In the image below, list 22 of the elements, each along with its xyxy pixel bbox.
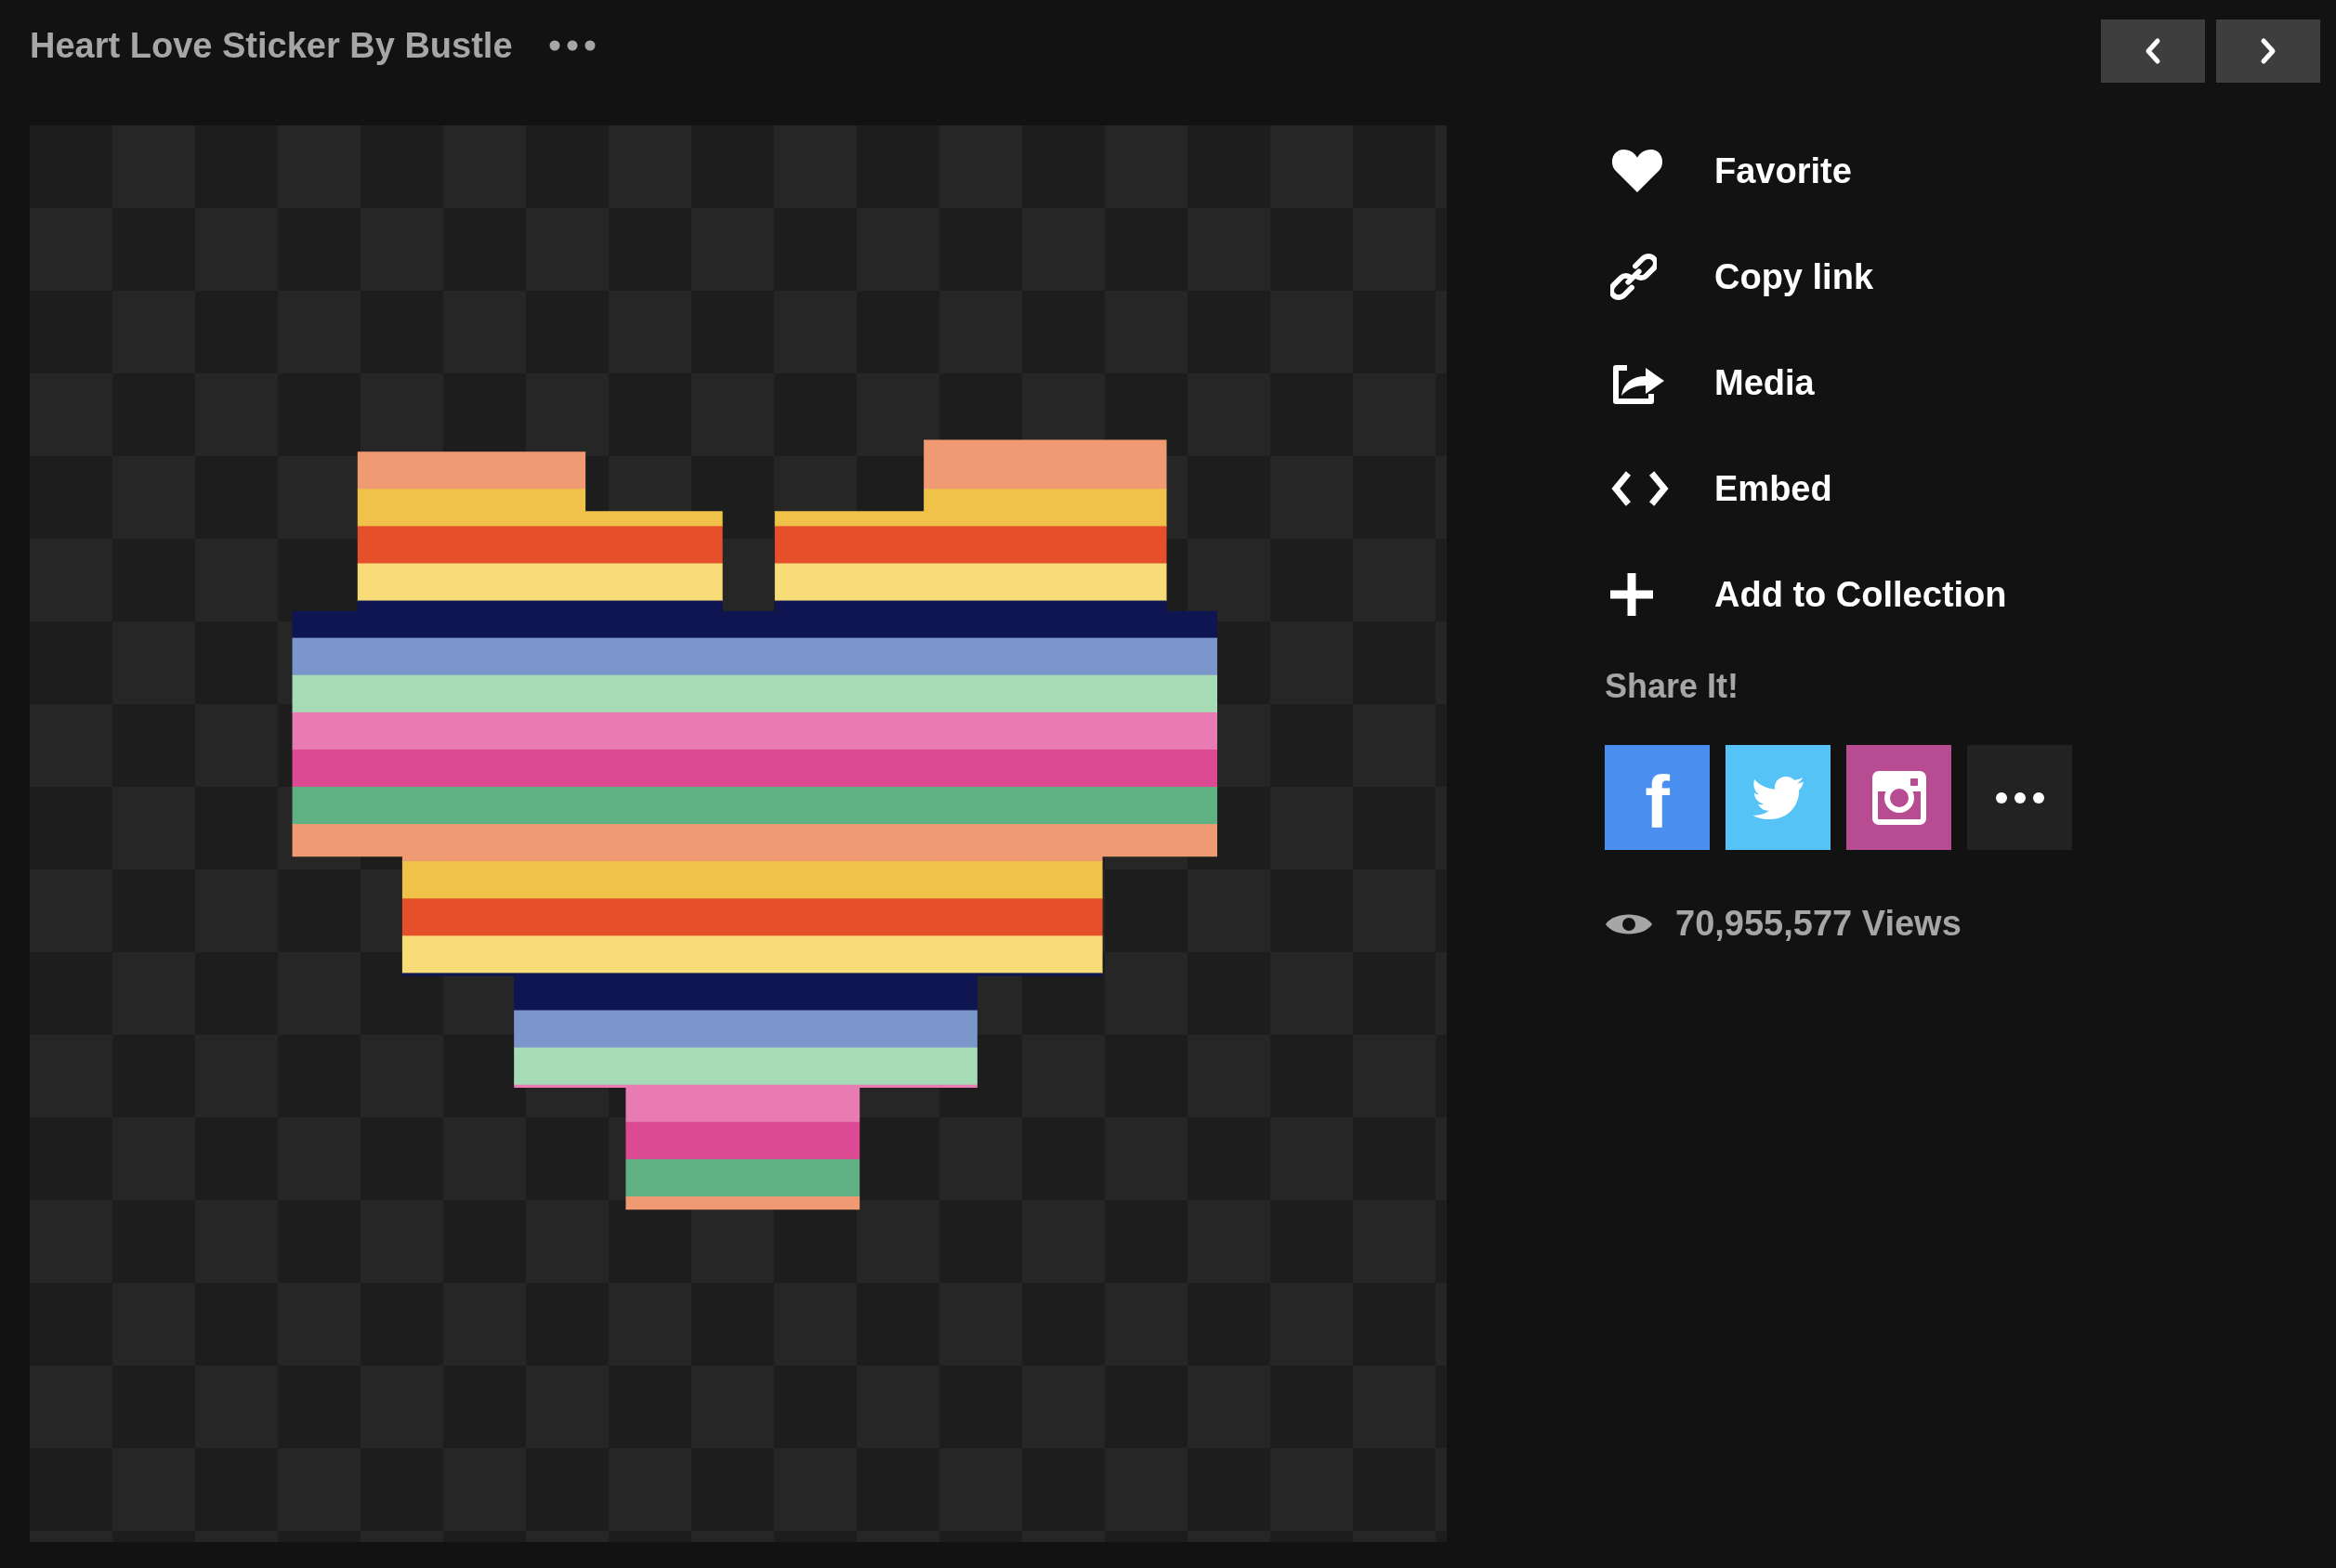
plus-icon[interactable] bbox=[1610, 573, 1653, 616]
add-action[interactable]: Add to Collection bbox=[1714, 574, 2007, 615]
view-count: 70,955,577 Views bbox=[1675, 904, 1962, 944]
media-action[interactable]: Media bbox=[1714, 362, 1815, 403]
chevron-left-icon bbox=[2144, 37, 2162, 65]
code-brackets-icon[interactable] bbox=[1610, 470, 1670, 507]
previous-button[interactable] bbox=[2101, 20, 2205, 83]
next-button[interactable] bbox=[2216, 20, 2320, 83]
more-icon bbox=[1995, 791, 2044, 804]
camera-icon bbox=[1871, 770, 1926, 825]
instagram-share-button[interactable] bbox=[1846, 745, 1951, 850]
embed-action[interactable]: Embed bbox=[1714, 468, 1832, 509]
sticker-title: Heart Love Sticker By Bustle bbox=[30, 27, 513, 64]
more-options-icon[interactable] bbox=[547, 40, 597, 51]
more-share-button[interactable] bbox=[1967, 745, 2072, 850]
link-action[interactable]: Copy link bbox=[1714, 256, 1874, 297]
heart-icon[interactable] bbox=[1610, 148, 1664, 194]
favorite-action[interactable]: Favorite bbox=[1714, 150, 1852, 191]
chevron-right-icon bbox=[2259, 37, 2277, 65]
link-icon[interactable] bbox=[1610, 254, 1657, 300]
share-heading: Share It! bbox=[1605, 667, 1740, 706]
bird-icon bbox=[1752, 776, 1804, 819]
